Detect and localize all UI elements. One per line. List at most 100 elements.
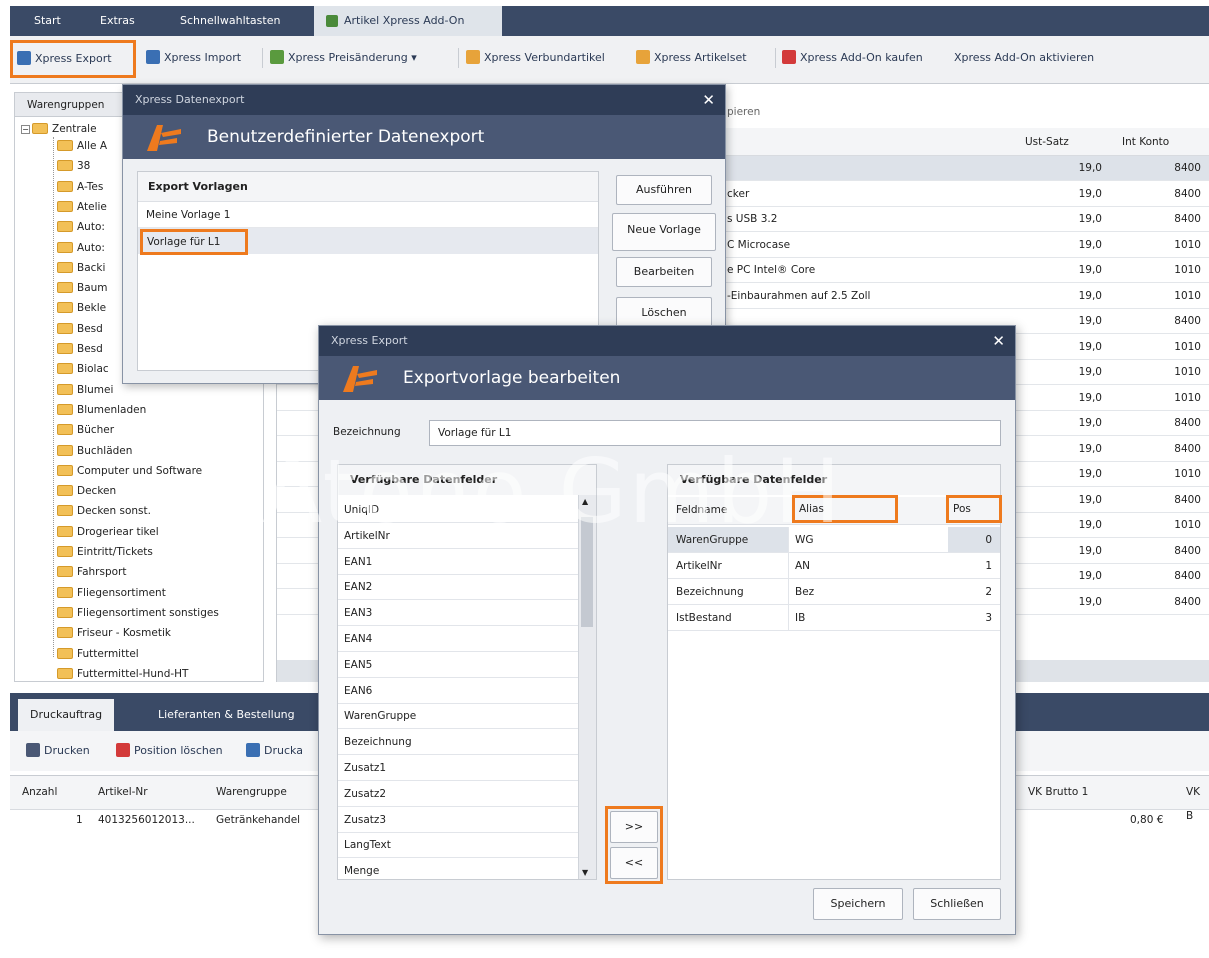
list-item[interactable]: ArtikelNr — [338, 523, 578, 549]
druck-button[interactable]: Drucka — [246, 739, 303, 763]
tree-item[interactable]: Biolac — [57, 361, 109, 378]
tree-item[interactable]: Auto: — [57, 219, 105, 236]
tab-lieferanten[interactable]: Lieferanten & Bestellung — [146, 699, 307, 731]
tree-item[interactable]: Computer und Software — [57, 463, 202, 480]
tab-start[interactable]: Start — [22, 6, 73, 36]
close-button[interactable]: Schließen — [913, 888, 1001, 920]
tree-item-label: Fliegensortiment sonstiges — [77, 606, 219, 619]
xpress-verbundartikel-button[interactable]: Xpress Verbundartikel — [466, 46, 605, 70]
tree-item[interactable]: Eintritt/Tickets — [57, 544, 153, 561]
list-item[interactable]: Zusatz3 — [338, 807, 578, 833]
cell-pos[interactable]: 3 — [948, 605, 1000, 630]
list-item[interactable]: Zusatz2 — [338, 781, 578, 807]
col-feldname[interactable]: Feldname — [676, 504, 727, 516]
tree-item[interactable]: A-Tes — [57, 179, 103, 196]
collapse-icon[interactable]: − — [21, 125, 30, 134]
col-vk-brutto-1[interactable]: VK Brutto 1 — [1028, 780, 1088, 804]
col-alias[interactable]: Alias — [792, 495, 898, 523]
tree-item[interactable]: Futtermittel-Hund-HT — [57, 666, 188, 683]
col-vk-b[interactable]: VK B — [1186, 780, 1209, 822]
table-row[interactable]: WarenGruppe WG 0 — [668, 527, 1000, 553]
tree-item[interactable]: Fliegensortiment sonstiges — [57, 605, 219, 622]
delete-position-button[interactable]: Position löschen — [116, 739, 223, 763]
scroll-up-icon[interactable]: ▲ — [582, 497, 588, 506]
col-artikel-nr[interactable]: Artikel-Nr — [98, 780, 148, 804]
list-item[interactable]: Meine Vorlage 1 — [138, 202, 598, 228]
list-item[interactable]: Menge — [338, 858, 578, 879]
table-row[interactable]: Bezeichnung Bez 2 — [668, 579, 1000, 605]
list-item[interactable]: Zusatz1 — [338, 755, 578, 781]
scrollbar[interactable]: ▲ ▼ — [578, 495, 596, 879]
table-row[interactable]: ArtikelNr AN 1 — [668, 553, 1000, 579]
tree-item[interactable]: Besd — [57, 321, 103, 338]
tree-item[interactable]: Decken — [57, 483, 116, 500]
tree-item[interactable]: Fahrsport — [57, 564, 126, 581]
xpress-kaufen-button[interactable]: Xpress Add-On kaufen — [782, 46, 923, 70]
col-int-konto[interactable]: Int Konto — [1122, 130, 1169, 154]
cell-alias[interactable]: IB — [788, 605, 948, 630]
col-warengruppe[interactable]: Warengruppe — [216, 780, 287, 804]
col-pos[interactable]: Pos — [946, 495, 1002, 523]
list-item[interactable]: EAN3 — [338, 600, 578, 627]
list-item[interactable]: WarenGruppe — [338, 703, 578, 730]
tree-item[interactable]: Decken sonst. — [57, 503, 151, 520]
tab-artikel-xpress[interactable]: Artikel Xpress Add-On — [314, 6, 502, 36]
list-item[interactable]: Bezeichnung — [338, 729, 578, 756]
bearbeiten-button[interactable]: Bearbeiten — [616, 257, 712, 287]
cell-pos[interactable]: 2 — [948, 579, 1000, 604]
xpress-import-button[interactable]: Xpress Import — [146, 46, 241, 70]
tree-item[interactable]: Buchläden — [57, 443, 132, 460]
list-item[interactable]: EAN6 — [338, 678, 578, 704]
xpress-artikelset-button[interactable]: Xpress Artikelset — [636, 46, 747, 70]
list-item[interactable]: UniqID — [338, 497, 578, 523]
cell-pos[interactable]: 0 — [948, 527, 1000, 552]
tree-item[interactable]: Fliegensortiment — [57, 585, 166, 602]
tree-item[interactable]: Auto: — [57, 240, 105, 257]
bezeichnung-input[interactable]: Vorlage für L1 — [429, 420, 1001, 446]
tab-extras[interactable]: Extras — [88, 6, 147, 36]
col-anzahl[interactable]: Anzahl — [22, 780, 57, 804]
tab-schnellwahltasten[interactable]: Schnellwahltasten — [168, 6, 292, 36]
tree-item[interactable]: Futtermittel — [57, 646, 139, 663]
remove-field-button[interactable]: << — [610, 847, 658, 879]
ausfuehren-button[interactable]: Ausführen — [616, 175, 712, 205]
list-item[interactable]: EAN2 — [338, 574, 578, 601]
print-button[interactable]: Drucken — [26, 739, 90, 763]
tree-root[interactable]: − Zentrale — [21, 121, 97, 138]
xpress-aktivieren-button[interactable]: Xpress Add-On aktivieren — [954, 46, 1094, 70]
cell-alias[interactable]: WG — [788, 527, 948, 552]
tree-item[interactable]: Drogeriear tikel — [57, 524, 159, 541]
tree-item[interactable]: Alle A — [57, 138, 107, 155]
list-item[interactable]: LangText — [338, 832, 578, 859]
tab-druckauftrag[interactable]: Druckauftrag — [18, 699, 115, 731]
table-row[interactable]: IstBestand IB 3 — [668, 605, 1000, 631]
xpress-export-button[interactable]: Xpress Export — [10, 40, 136, 78]
add-field-button[interactable]: >> — [610, 811, 658, 843]
scroll-thumb[interactable] — [581, 517, 593, 627]
xpress-preisaenderung-button[interactable]: Xpress Preisänderung ▾ — [270, 46, 417, 70]
tree-item[interactable]: Besd — [57, 341, 103, 358]
tree-item[interactable]: Bücher — [57, 422, 114, 439]
tree-item[interactable]: Friseur - Kosmetik — [57, 625, 171, 642]
list-item[interactable]: EAN1 — [338, 549, 578, 575]
list-item[interactable]: EAN4 — [338, 626, 578, 652]
tree-item[interactable]: Atelie — [57, 199, 107, 216]
cell-pos[interactable]: 1 — [948, 553, 1000, 578]
scroll-down-icon[interactable]: ▼ — [582, 868, 588, 877]
col-ust-satz[interactable]: Ust-Satz — [1025, 130, 1069, 154]
tree-item[interactable]: Blumei — [57, 382, 113, 399]
tree-item[interactable]: 38 — [57, 158, 90, 175]
tree-item[interactable]: Bekle — [57, 300, 106, 317]
cell-alias[interactable]: Bez — [788, 579, 948, 604]
tree-item[interactable]: Backi — [57, 260, 105, 277]
close-icon[interactable]: ✕ — [992, 326, 1005, 356]
list-item[interactable]: EAN5 — [338, 652, 578, 678]
list-item-selected[interactable]: Vorlage für L1 — [138, 228, 598, 255]
tree-item[interactable]: Blumenladen — [57, 402, 146, 419]
neue-vorlage-button[interactable]: Neue Vorlage — [612, 213, 716, 251]
list-item-label: Vorlage für L1 — [140, 229, 248, 255]
close-icon[interactable]: ✕ — [702, 85, 715, 115]
cell-alias[interactable]: AN — [788, 553, 948, 578]
tree-item[interactable]: Baum — [57, 280, 108, 297]
save-button[interactable]: Speichern — [813, 888, 903, 920]
